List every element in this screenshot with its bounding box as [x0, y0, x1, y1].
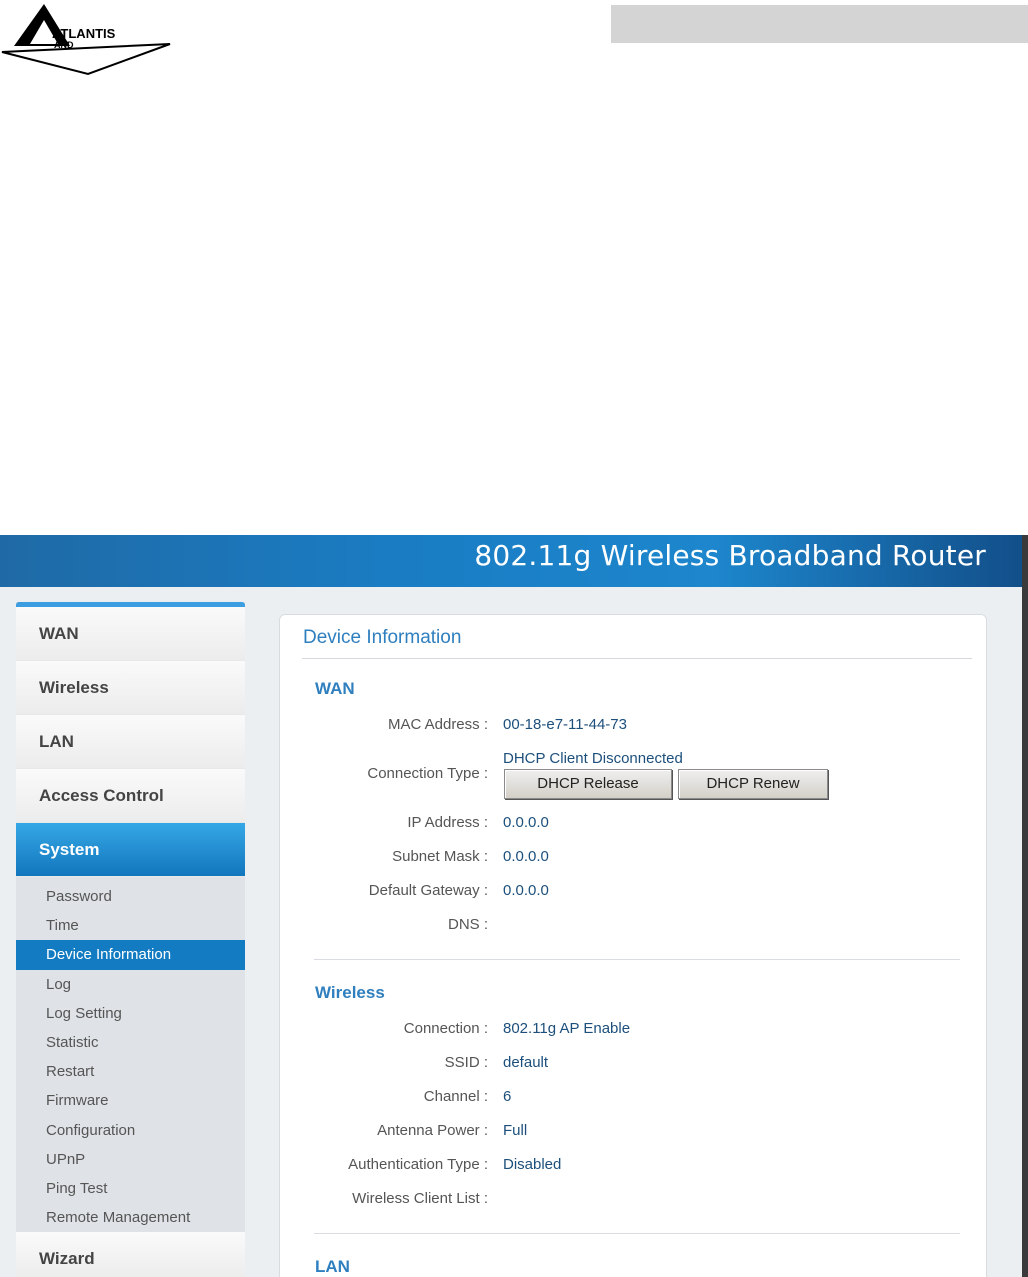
- sidebar: WAN Wireless LAN Access Control System P…: [16, 602, 245, 1277]
- sidebar-item-access-control[interactable]: Access Control: [16, 769, 245, 823]
- sidebar-item-wizard[interactable]: Wizard: [16, 1232, 245, 1277]
- page-title: Device Information: [303, 627, 462, 648]
- atlantis-logo: ATLANTIS AND: [0, 0, 180, 80]
- top-banner: 802.11g Wireless Broadband Router: [0, 535, 1022, 587]
- channel-value: 6: [503, 1088, 512, 1105]
- submenu-item-ping-test[interactable]: Ping Test: [16, 1174, 245, 1203]
- submenu-item-upnp[interactable]: UPnP: [16, 1145, 245, 1174]
- row-channel: Channel : 6: [280, 1088, 980, 1110]
- mac-address-label: MAC Address :: [387, 716, 488, 733]
- ip-address-value: 0.0.0.0: [503, 814, 549, 831]
- dhcp-release-button[interactable]: DHCP Release: [504, 769, 672, 799]
- row-dns: DNS :: [280, 916, 980, 938]
- row-mac-address: MAC Address : 00-18-e7-11-44-73: [280, 716, 980, 738]
- dns-label: DNS :: [447, 916, 488, 933]
- row-wireless-connection: Connection : 802.11g AP Enable: [280, 1020, 980, 1042]
- wireless-client-list-label: Wireless Client List :: [352, 1190, 488, 1207]
- banner-title: 802.11g Wireless Broadband Router: [474, 539, 986, 572]
- dhcp-renew-button[interactable]: DHCP Renew: [678, 769, 828, 799]
- row-ip-address: IP Address : 0.0.0.0: [280, 814, 980, 836]
- router-web-ui: 802.11g Wireless Broadband Router WAN Wi…: [0, 535, 1028, 1277]
- antenna-power-value: Full: [503, 1122, 528, 1139]
- section-title-wireless: Wireless: [315, 983, 385, 1002]
- section-title-lan: LAN: [315, 1257, 350, 1276]
- wireless-connection-value: 802.11g AP Enable: [503, 1020, 631, 1037]
- submenu-item-restart[interactable]: Restart: [16, 1057, 245, 1086]
- default-gateway-label: Default Gateway :: [368, 882, 488, 899]
- submenu-item-log-setting[interactable]: Log Setting: [16, 999, 245, 1028]
- ssid-value: default: [503, 1054, 549, 1071]
- sidebar-item-lan[interactable]: LAN: [16, 715, 245, 769]
- wan-section-divider: [314, 959, 960, 960]
- device-information-panel: Device Information WAN MAC Address : 00-…: [279, 614, 987, 1277]
- submenu-item-firmware[interactable]: Firmware: [16, 1086, 245, 1115]
- subnet-mask-value: 0.0.0.0: [503, 848, 549, 865]
- ssid-label: SSID :: [444, 1054, 488, 1071]
- authentication-type-label: Authentication Type :: [348, 1156, 488, 1173]
- subnet-mask-label: Subnet Mask :: [392, 848, 488, 865]
- ip-address-label: IP Address :: [407, 814, 488, 831]
- default-gateway-value: 0.0.0.0: [503, 882, 549, 899]
- submenu-item-remote-management[interactable]: Remote Management: [16, 1203, 245, 1232]
- wireless-section-divider: [314, 1233, 960, 1234]
- submenu-item-password[interactable]: Password: [16, 882, 245, 911]
- submenu-item-configuration[interactable]: Configuration: [16, 1116, 245, 1145]
- title-divider: [302, 658, 972, 659]
- logo-text: ATLANTIS: [52, 26, 116, 41]
- sidebar-item-wan[interactable]: WAN: [16, 607, 245, 661]
- section-title-wan: WAN: [315, 679, 355, 698]
- submenu-item-log[interactable]: Log: [16, 970, 245, 999]
- submenu-item-statistic[interactable]: Statistic: [16, 1028, 245, 1057]
- row-authentication-type: Authentication Type : Disabled: [280, 1156, 980, 1178]
- connection-type-label: Connection Type :: [367, 765, 488, 782]
- antenna-power-label: Antenna Power :: [377, 1122, 488, 1139]
- authentication-type-value: Disabled: [503, 1156, 562, 1173]
- submenu-item-time[interactable]: Time: [16, 911, 245, 940]
- wireless-connection-label: Connection :: [403, 1020, 488, 1037]
- row-wireless-client-list: Wireless Client List :: [280, 1190, 980, 1212]
- document-header-bar: [611, 5, 1028, 43]
- row-ssid: SSID : default: [280, 1054, 980, 1076]
- row-antenna-power: Antenna Power : Full: [280, 1122, 980, 1144]
- row-default-gateway: Default Gateway : 0.0.0.0: [280, 882, 980, 904]
- row-subnet-mask: Subnet Mask : 0.0.0.0: [280, 848, 980, 870]
- sidebar-item-system[interactable]: System: [16, 823, 245, 877]
- mac-address-value: 00-18-e7-11-44-73: [503, 716, 627, 733]
- submenu-item-device-information[interactable]: Device Information: [16, 940, 245, 970]
- channel-label: Channel :: [423, 1088, 488, 1105]
- system-submenu: Password Time Device Information Log Log…: [16, 877, 245, 1233]
- sidebar-item-wireless[interactable]: Wireless: [16, 661, 245, 715]
- atlantis-logo-graphic: ATLANTIS AND: [1, 4, 171, 76]
- logo-subtext: AND: [54, 40, 74, 50]
- window-edge: [1022, 535, 1028, 1277]
